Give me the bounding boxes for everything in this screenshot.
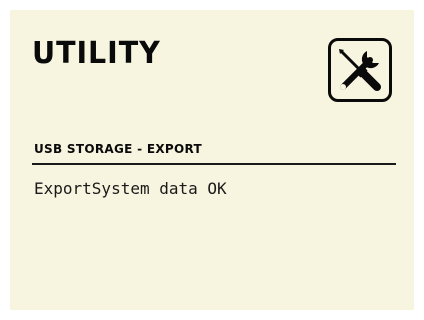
section-heading: USB STORAGE - EXPORT	[34, 142, 202, 156]
status-message: ExportSystem data OK	[34, 179, 227, 198]
section-divider	[32, 163, 396, 165]
utility-screen: UTILITY USB STORAGE - EXPORT ExportSyste…	[10, 10, 414, 310]
wrench-screwdriver-icon	[339, 49, 381, 91]
utility-tools-button[interactable]	[328, 38, 392, 102]
page-title: UTILITY	[32, 36, 161, 71]
